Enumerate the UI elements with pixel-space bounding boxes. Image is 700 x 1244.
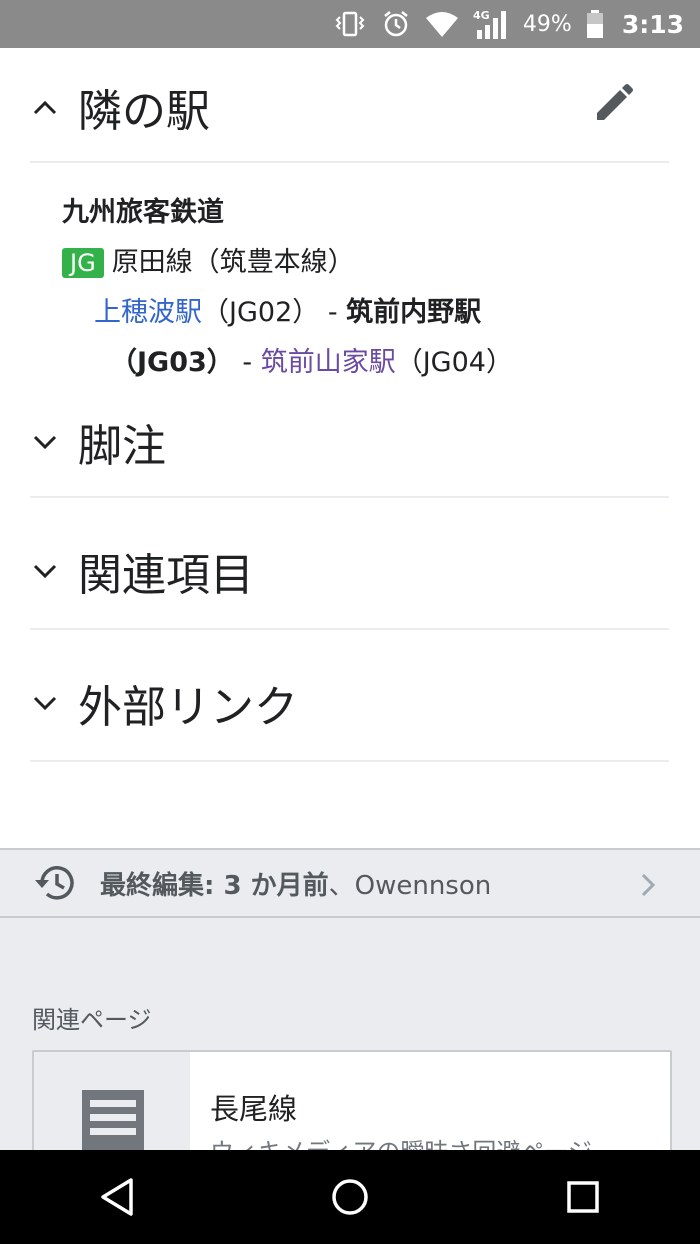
current-station-code: （JG03） xyxy=(110,347,234,378)
edit-pencil-icon[interactable] xyxy=(593,82,635,124)
battery-percentage: 49% xyxy=(522,11,572,37)
section-external-links: 外部リンク xyxy=(30,629,669,762)
last-edit-label: 最終編集: 3 か月前 xyxy=(100,870,329,901)
separator: - xyxy=(319,297,347,328)
chevron-down-icon xyxy=(30,688,60,718)
section-see-also: 関連項目 xyxy=(30,497,669,630)
last-edit-user: Owennson xyxy=(354,870,492,901)
last-edit-bar[interactable]: 最終編集: 3 か月前、Owennson xyxy=(0,848,700,918)
current-station: 筑前内野駅 xyxy=(346,297,482,328)
last-edit-text: 最終編集: 3 か月前、Owennson xyxy=(100,865,491,902)
cell-signal-icon: 4G xyxy=(473,8,509,40)
line-badge: JG xyxy=(62,248,104,278)
section-footnotes: 脚注 xyxy=(30,400,669,498)
stations-row: 上穂波駅（JG02） - 筑前内野駅 xyxy=(62,288,662,338)
section-title: 脚注 xyxy=(78,421,166,472)
chevron-up-icon xyxy=(30,92,60,122)
stations-row-continued: （JG03） - 筑前山家駅（JG04） xyxy=(62,338,662,388)
operator-name: 九州旅客鉄道 xyxy=(62,197,224,228)
next-station-link[interactable]: 筑前山家駅 xyxy=(261,347,396,378)
related-pages-heading: 関連ページ xyxy=(32,1006,152,1034)
section-title: 外部リンク xyxy=(78,682,298,733)
wifi-icon xyxy=(425,10,459,38)
section-header-footnotes[interactable]: 脚注 xyxy=(30,412,669,472)
chevron-down-icon xyxy=(30,556,60,586)
chevron-right-icon xyxy=(640,872,656,902)
back-button[interactable] xyxy=(87,1167,147,1227)
section-header-neighbor[interactable]: 隣の駅 xyxy=(30,78,669,137)
alarm-icon xyxy=(381,9,411,39)
line-name: 原田線（筑豊本線） xyxy=(111,247,355,278)
section-neighbor-stations: 隣の駅 xyxy=(30,72,669,163)
section-header-external-links[interactable]: 外部リンク xyxy=(30,673,669,733)
back-triangle-icon xyxy=(100,1178,133,1216)
last-edit-separator: 、 xyxy=(328,870,355,901)
chevron-down-icon xyxy=(30,427,60,457)
history-icon xyxy=(32,861,76,905)
related-page-title: 長尾線 xyxy=(210,1092,298,1126)
navigation-bar xyxy=(0,1150,700,1244)
section-header-see-also[interactable]: 関連項目 xyxy=(30,541,669,601)
line-row: JG 原田線（筑豊本線） xyxy=(62,238,662,288)
related-pages: 関連ページ 長尾線 ウィキメディアの曖昧さ回避ページ xyxy=(0,918,700,1194)
network-type: 4G xyxy=(473,9,490,22)
next-station-code: （JG04） xyxy=(395,347,513,378)
section-title: 隣の駅 xyxy=(78,86,210,137)
neighbor-stations-content: 九州旅客鉄道 JG 原田線（筑豊本線） 上穂波駅（JG02） - 筑前内野駅 （… xyxy=(62,188,662,388)
prev-station-code: （JG02） xyxy=(202,297,320,328)
vibrate-icon xyxy=(333,10,367,38)
home-circle-icon xyxy=(332,1179,368,1215)
prev-station-link[interactable]: 上穂波駅 xyxy=(94,297,202,328)
recents-square-icon xyxy=(567,1181,600,1213)
battery-icon xyxy=(586,9,604,39)
recents-button[interactable] xyxy=(553,1167,613,1227)
separator: - xyxy=(233,347,261,378)
screen: 4G 49% 3:13 隣の駅 九州旅客鉄道 JG 原田線（筑豊本線） 上穂波駅… xyxy=(0,0,700,1244)
section-title: 関連項目 xyxy=(78,550,254,601)
status-bar: 4G 49% 3:13 xyxy=(0,0,700,48)
clock: 3:13 xyxy=(621,9,684,39)
home-button[interactable] xyxy=(320,1167,380,1227)
